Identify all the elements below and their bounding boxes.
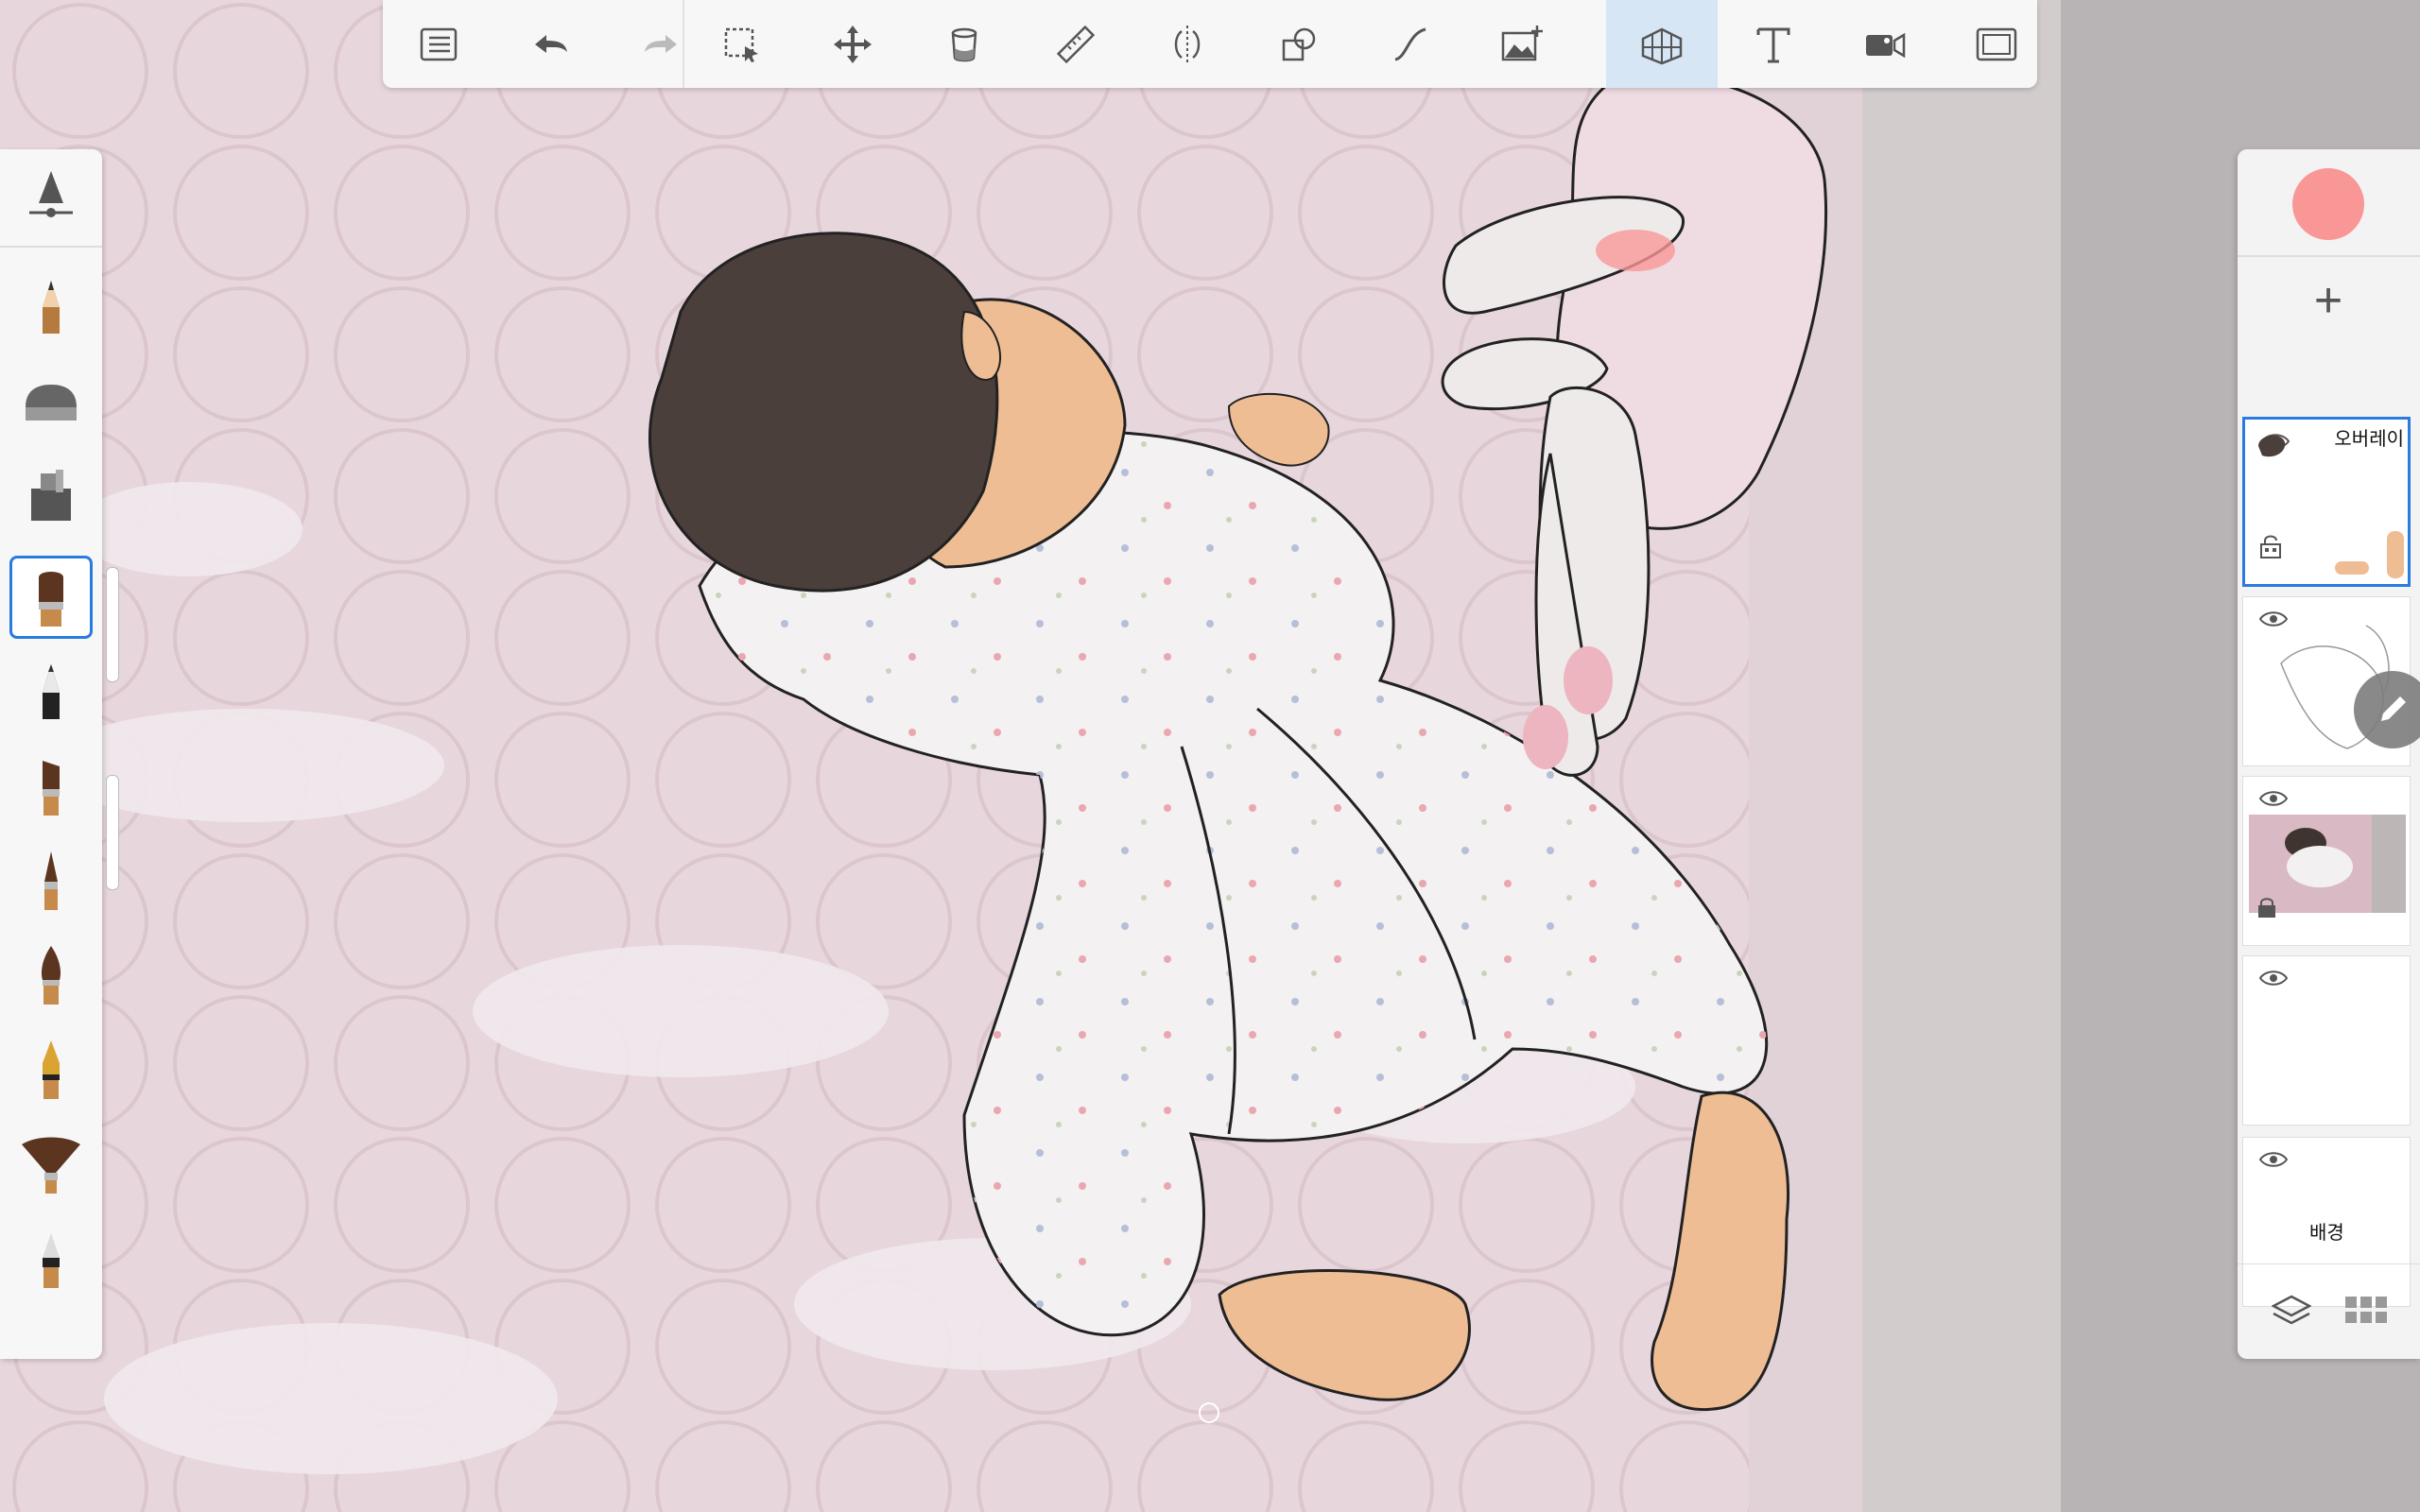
add-layer-label: +	[2313, 273, 2343, 328]
transform-move-icon[interactable]	[797, 0, 908, 88]
hard-pencil-icon[interactable]	[9, 650, 93, 733]
smudge-brush-icon[interactable]	[9, 1217, 93, 1300]
paint-brush-icon[interactable]	[9, 556, 93, 639]
layer-panel-footer	[2238, 1263, 2420, 1359]
layer-overlay[interactable]: 오버레이	[2242, 417, 2411, 587]
fine-brush-icon[interactable]	[9, 839, 93, 922]
symmetry-icon[interactable]	[1132, 0, 1243, 88]
add-image-icon[interactable]	[1466, 0, 1578, 88]
layer-name: 오버레이	[2334, 429, 2404, 450]
canvas-rotate-handle[interactable]	[1199, 1402, 1219, 1423]
fill-bucket-icon[interactable]	[908, 0, 1020, 88]
layer-grid-icon[interactable]	[2343, 1295, 2389, 1327]
layers-list-icon[interactable]	[383, 0, 494, 88]
text-icon[interactable]	[1718, 0, 1829, 88]
eye-icon[interactable]	[2258, 968, 2289, 988]
eye-icon[interactable]	[2258, 1149, 2289, 1170]
eye-icon[interactable]	[2258, 788, 2289, 809]
shapes-icon[interactable]	[1243, 0, 1355, 88]
perspective-grid-icon[interactable]	[1606, 0, 1718, 88]
fullscreen-icon[interactable]	[1941, 0, 2052, 88]
brush-opacity-slider[interactable]	[106, 775, 119, 890]
color-puck[interactable]	[2292, 168, 2364, 240]
pencil-brush-icon[interactable]	[9, 266, 93, 350]
pencil-icon	[2381, 696, 2406, 721]
fan-brush-icon[interactable]	[9, 1123, 93, 1206]
drawing-canvas[interactable]	[0, 0, 2420, 1512]
layer-empty[interactable]	[2242, 955, 2411, 1125]
airbrush-icon[interactable]	[9, 455, 93, 539]
video-record-icon[interactable]	[1829, 0, 1941, 88]
layer-panel: + 오버레이 배경	[2238, 149, 2420, 1359]
selection-icon[interactable]	[685, 0, 797, 88]
layer-hair-thumbnail	[2258, 435, 2286, 457]
lock-icon[interactable]	[2258, 533, 2283, 559]
undo-icon[interactable]	[494, 0, 606, 88]
top-toolbar	[383, 0, 2037, 88]
layer-name: 배경	[2309, 1223, 2344, 1244]
round-brush-icon[interactable]	[9, 934, 93, 1017]
brush-palette	[0, 149, 102, 1359]
lock-icon[interactable]	[2256, 898, 2277, 919]
ink-pen-icon[interactable]	[9, 1028, 93, 1111]
layer-photo[interactable]	[2242, 776, 2411, 946]
brush-size-slider[interactable]	[106, 567, 119, 682]
curve-stroke-icon[interactable]	[1355, 0, 1466, 88]
chisel-brush-icon[interactable]	[9, 745, 93, 828]
add-layer-button[interactable]: +	[2300, 272, 2357, 329]
ruler-icon[interactable]	[1020, 0, 1132, 88]
eraser-brush-icon[interactable]	[9, 361, 93, 444]
brush-properties-icon[interactable]	[9, 155, 93, 238]
layer-stack-icon[interactable]	[2272, 1293, 2311, 1331]
